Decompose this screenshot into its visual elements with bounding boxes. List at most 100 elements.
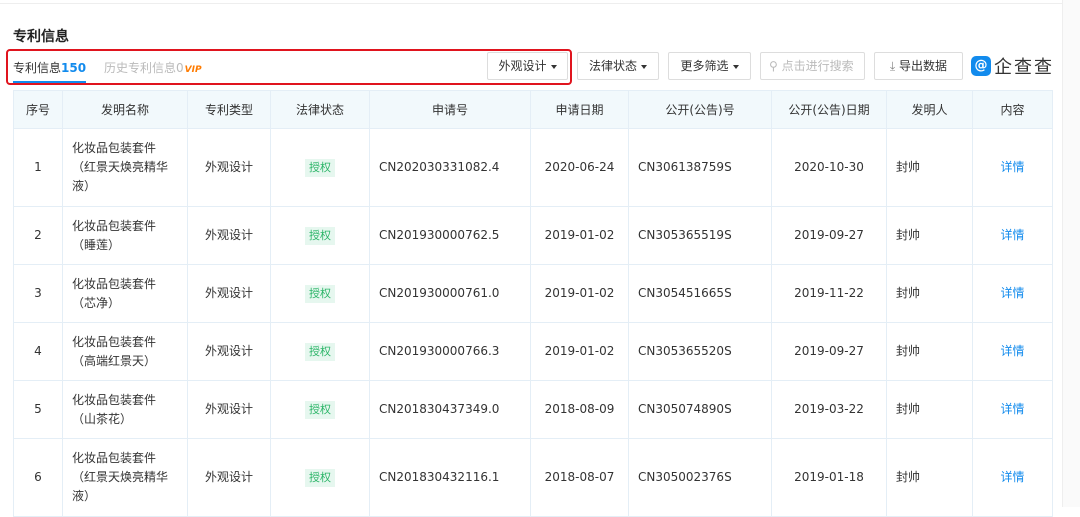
tab-history-patent-info[interactable]: 历史专利信息0VIP: [104, 59, 202, 76]
pub_no-text: CN305365520S: [638, 344, 732, 358]
name-text: 化妆品包装套件（山茶花）: [72, 392, 157, 426]
table-row: 4 化妆品包装套件（高端红景天） 外观设计 授权 CN201930000766.3 201…: [13, 322, 1053, 381]
inventor-text: 封帅: [896, 344, 921, 358]
cell-type: 外观设计: [187, 438, 271, 517]
cell-app-no: CN201930000761.0: [369, 264, 531, 323]
detail-link[interactable]: 详情: [1000, 344, 1024, 358]
pub_date-text: 2019-09-27: [794, 344, 864, 358]
cell-app-no: CN201830437349.0: [369, 380, 531, 439]
patent-type-dropdown[interactable]: 外观设计: [487, 52, 568, 80]
detail-link[interactable]: 详情: [1000, 470, 1024, 484]
tab-label: 历史专利信息: [104, 61, 177, 75]
type-text: 外观设计: [204, 286, 253, 300]
no-text: 4: [34, 344, 42, 358]
app_no-text: CN201930000761.0: [379, 286, 500, 300]
detail-link[interactable]: 详情: [1000, 228, 1024, 242]
cell-detail: 详情: [972, 128, 1053, 207]
vip-icon: VIP: [184, 65, 202, 75]
cell-status: 授权: [270, 438, 370, 517]
cell-app-no: CN201830432116.1: [369, 438, 531, 517]
cell-no: 3: [13, 264, 63, 323]
no-text: 5: [34, 402, 42, 416]
search-input[interactable]: ⚲ 点击进行搜索: [760, 52, 865, 80]
no-text: 6: [34, 470, 42, 484]
detail-link[interactable]: 详情: [1000, 160, 1024, 174]
name-text: 化妆品包装套件（芯净）: [72, 276, 157, 310]
cell-status: 授权: [270, 264, 370, 323]
cell-pub-date: 2019-11-22: [771, 264, 887, 323]
export-data-button[interactable]: ⤓ 导出数据: [874, 52, 963, 80]
cell-inventor: 封帅: [886, 322, 973, 381]
cell-name: 化妆品包装套件（山茶花）: [62, 380, 188, 439]
dropdown-label: 更多筛选: [680, 59, 729, 73]
cell-no: 6: [13, 438, 63, 517]
cell-app-no: CN201930000762.5: [369, 206, 531, 265]
cell-type: 外观设计: [187, 264, 271, 323]
cell-app-no: CN201930000766.3: [369, 322, 531, 381]
cell-name: 化妆品包装套件（芯净）: [62, 264, 188, 323]
name-text: 化妆品包装套件（红景天焕亮精华液）: [72, 451, 169, 503]
detail-link[interactable]: 详情: [1000, 402, 1024, 416]
tab-patent-info[interactable]: 专利信息150: [13, 59, 87, 83]
column-header: 法律状态: [270, 90, 370, 129]
cell-no: 1: [13, 128, 63, 207]
no-text: 2: [34, 228, 42, 242]
more-filters-dropdown[interactable]: 更多筛选: [668, 52, 751, 80]
inventor-text: 封帅: [896, 470, 921, 484]
app_date-text: 2018-08-09: [544, 402, 615, 416]
cell-name: 化妆品包装套件（高端红景天）: [62, 322, 188, 381]
column-header: 内容: [972, 90, 1053, 129]
app_no-text: CN201830432116.1: [379, 470, 500, 484]
scrollbar[interactable]: [1062, 0, 1080, 507]
no-text: 3: [34, 286, 42, 300]
table-row: 5 化妆品包装套件（山茶花） 外观设计 授权 CN201830437349.0 2018-…: [13, 380, 1053, 439]
inventor-text: 封帅: [896, 402, 921, 416]
status-badge: 授权: [305, 401, 335, 419]
patent-table: 序号 发明名称 专利类型 法律状态 申请号 申请日期 公开(公告)号 公开(公告)日期 发明人内…: [13, 90, 1053, 517]
pub_no-text: CN305002376S: [638, 470, 732, 484]
app_date-text: 2019-01-02: [544, 286, 615, 300]
column-header: 申请日期: [530, 90, 629, 129]
export-label: 导出数据: [899, 59, 948, 73]
type-text: 外观设计: [204, 160, 253, 174]
cell-pub-no: CN306138759S: [628, 128, 772, 207]
cell-pub-date: 2019-09-27: [771, 322, 887, 381]
cell-no: 5: [13, 380, 63, 439]
status-badge: 授权: [305, 227, 335, 245]
dropdown-label: 法律状态: [588, 59, 637, 73]
cell-detail: 详情: [972, 438, 1053, 517]
pub_no-text: CN306138759S: [638, 160, 732, 174]
status-badge: 授权: [305, 285, 335, 303]
cell-app-no: CN202030331082.4: [369, 128, 531, 207]
cell-app-date: 2018-08-09: [530, 380, 629, 439]
cell-pub-no: CN305365519S: [628, 206, 772, 265]
cell-inventor: 封帅: [886, 206, 973, 265]
cell-detail: 详情: [972, 206, 1053, 265]
cell-inventor: 封帅: [886, 380, 973, 439]
app_date-text: 2019-01-02: [544, 228, 615, 242]
status-badge: 授权: [305, 343, 335, 361]
name-text: 化妆品包装套件（红景天焕亮精华液）: [72, 141, 169, 193]
inventor-text: 封帅: [896, 286, 921, 300]
cell-detail: 详情: [972, 380, 1053, 439]
cell-status: 授权: [270, 128, 370, 207]
cell-type: 外观设计: [187, 128, 271, 207]
cell-app-date: 2018-08-07: [530, 438, 629, 517]
cell-type: 外观设计: [187, 206, 271, 265]
caret-down-icon: [550, 64, 557, 69]
table-row: 2 化妆品包装套件（睡莲） 外观设计 授权 CN201930000762.5 2019-0…: [13, 206, 1053, 265]
app_date-text: 2020-06-24: [544, 160, 615, 174]
cell-pub-date: 2020-10-30: [771, 128, 887, 207]
cell-type: 外观设计: [187, 322, 271, 381]
cell-detail: 详情: [972, 264, 1053, 323]
inventor-text: 封帅: [896, 160, 921, 174]
type-text: 外观设计: [204, 228, 253, 242]
name-text: 化妆品包装套件（睡莲）: [72, 218, 157, 252]
cell-inventor: 封帅: [886, 264, 973, 323]
legal-status-dropdown[interactable]: 法律状态: [577, 52, 659, 80]
cell-name: 化妆品包装套件（红景天焕亮精华液）: [62, 128, 188, 207]
detail-link[interactable]: 详情: [1000, 286, 1024, 300]
pub_date-text: 2019-03-22: [794, 402, 864, 416]
tab-count: 0: [176, 61, 184, 75]
pub_date-text: 2020-10-30: [794, 160, 864, 174]
